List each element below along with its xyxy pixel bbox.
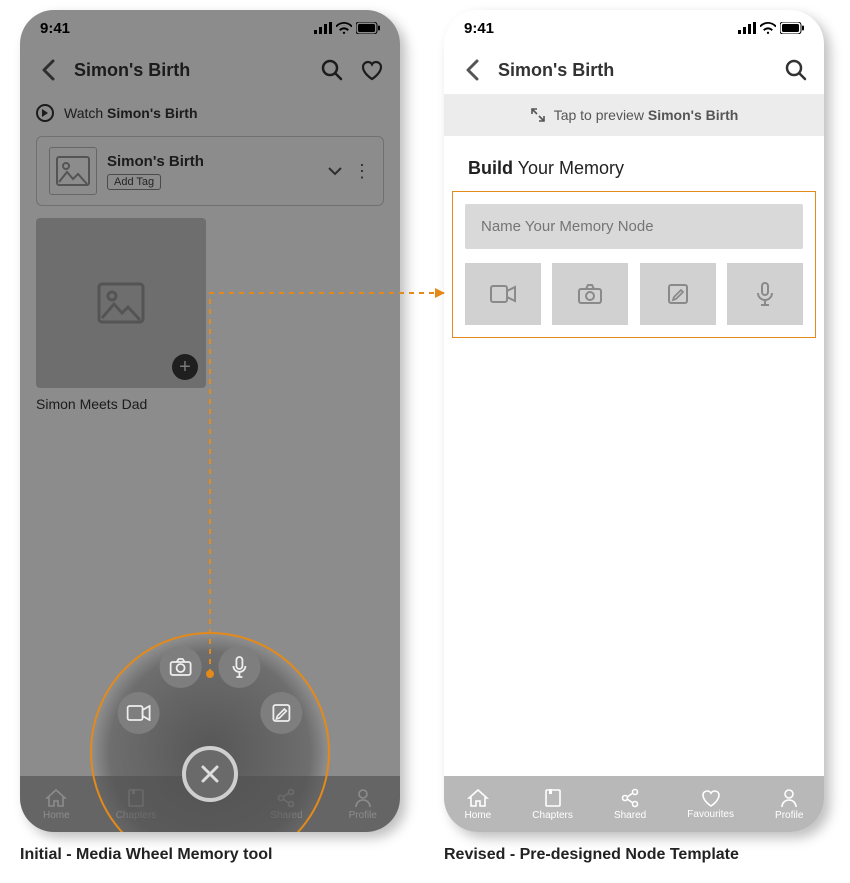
caption-right: Revised - Pre-designed Node Template [444, 846, 739, 864]
build-heading: Build Your Memory [444, 136, 824, 191]
tab-profile[interactable]: Profile [775, 788, 803, 821]
add-tag-chip[interactable]: Add Tag [107, 174, 161, 190]
wifi-icon [336, 22, 352, 34]
status-time: 9:41 [464, 20, 494, 37]
memory-photo-placeholder: + [36, 218, 206, 388]
wheel-camera-button[interactable] [160, 646, 202, 688]
page-title: Simon's Birth [74, 60, 306, 81]
media-camera-button[interactable] [552, 263, 628, 325]
media-video-button[interactable] [465, 263, 541, 325]
signal-icon [738, 22, 756, 34]
wifi-icon [760, 22, 776, 34]
close-icon [199, 763, 221, 785]
expand-icon [530, 107, 546, 123]
add-media-button[interactable]: + [172, 354, 198, 380]
signal-icon [314, 22, 332, 34]
watch-strip[interactable]: Watch Simon's Birth [20, 94, 400, 132]
status-icons [738, 22, 804, 34]
mic-icon [231, 656, 247, 678]
search-icon [321, 59, 343, 81]
wheel-text-button[interactable] [260, 692, 302, 734]
back-button[interactable] [458, 56, 486, 84]
edit-icon [667, 283, 689, 305]
image-icon [56, 156, 90, 186]
tab-shared[interactable]: Shared [614, 788, 646, 821]
expand-caret[interactable] [327, 166, 343, 176]
tab-chapters[interactable]: Chapters [532, 788, 573, 821]
video-icon [490, 285, 516, 303]
status-bar: 9:41 [20, 10, 400, 46]
tab-profile[interactable]: Profile [349, 788, 377, 821]
tab-bar: Home Chapters Shared Favourites Profile [444, 776, 824, 832]
media-row [465, 263, 803, 325]
search-icon [785, 59, 807, 81]
status-bar: 9:41 [444, 10, 824, 46]
back-button[interactable] [34, 56, 62, 84]
mic-icon [756, 282, 774, 306]
tab-label: Shared [614, 810, 646, 821]
wheel-mic-button[interactable] [218, 646, 260, 688]
tab-label: Chapters [532, 810, 573, 821]
node-template-box [452, 191, 816, 338]
share-icon [620, 788, 640, 808]
tab-label: Profile [349, 810, 377, 821]
caption-left: Initial - Media Wheel Memory tool [20, 846, 272, 864]
tab-label: Home [465, 810, 492, 821]
status-icons [314, 22, 380, 34]
tab-home[interactable]: Home [465, 788, 492, 821]
thumb-placeholder [49, 147, 97, 195]
edit-icon [271, 703, 291, 723]
camera-icon [578, 284, 602, 304]
image-icon [97, 282, 145, 324]
preview-label: Tap to preview Simon's Birth [554, 107, 739, 123]
node-title: Simon's Birth [107, 153, 317, 170]
kebab-menu[interactable]: ⋮ [353, 162, 371, 180]
app-bar: Simon's Birth [444, 46, 824, 94]
tab-label: Favourites [687, 809, 734, 820]
profile-icon [779, 788, 799, 808]
search-button[interactable] [318, 56, 346, 84]
memory-name-input[interactable] [465, 204, 803, 249]
node-info: Simon's Birth Add Tag [107, 153, 317, 190]
phone-revised: 9:41 Simon's Birth Tap to [444, 10, 824, 832]
media-wheel-arc [90, 632, 330, 832]
play-icon [36, 104, 54, 122]
memory-tile[interactable]: + Simon Meets Dad [36, 218, 206, 412]
page-title: Simon's Birth [498, 60, 770, 81]
favourite-button[interactable] [358, 56, 386, 84]
home-icon [467, 788, 489, 808]
app-bar: Simon's Birth [20, 46, 400, 94]
media-wheel [20, 652, 400, 792]
chevron-left-icon [41, 59, 55, 81]
tab-favourites[interactable]: Favourites [687, 789, 734, 820]
watch-label: Watch Simon's Birth [64, 105, 198, 121]
heart-icon [360, 59, 384, 81]
chevron-down-icon [327, 166, 343, 176]
status-time: 9:41 [40, 20, 70, 37]
phone-initial: 9:41 Simon's Birth [20, 10, 400, 832]
memory-caption: Simon Meets Dad [36, 396, 206, 412]
wheel-close-button[interactable] [182, 746, 238, 802]
media-mic-button[interactable] [727, 263, 803, 325]
preview-strip[interactable]: Tap to preview Simon's Birth [444, 94, 824, 136]
search-button[interactable] [782, 56, 810, 84]
tab-label: Home [43, 810, 70, 821]
media-text-button[interactable] [640, 263, 716, 325]
chevron-left-icon [465, 59, 479, 81]
camera-icon [170, 658, 192, 676]
node-card[interactable]: Simon's Birth Add Tag ⋮ [36, 136, 384, 206]
tab-home[interactable]: Home [43, 788, 70, 821]
battery-icon [780, 22, 804, 34]
wheel-video-button[interactable] [118, 692, 160, 734]
tab-label: Profile [775, 810, 803, 821]
video-icon [127, 705, 151, 721]
heart-icon [700, 789, 722, 807]
chapters-icon [543, 788, 563, 808]
battery-icon [356, 22, 380, 34]
